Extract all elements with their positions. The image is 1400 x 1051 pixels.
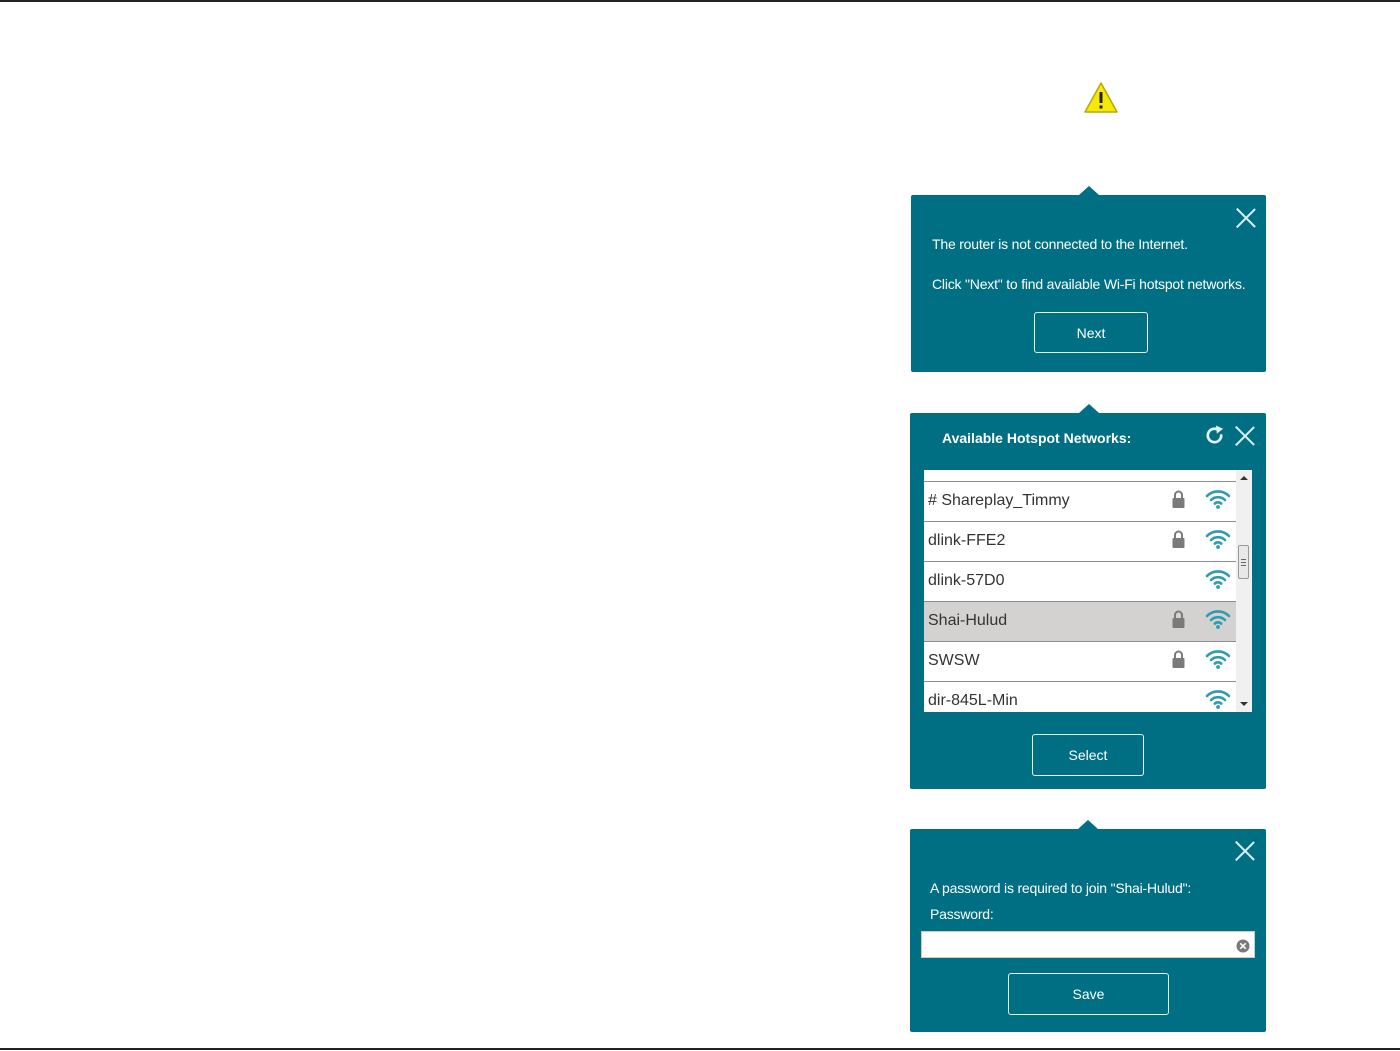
network-name: SWSW xyxy=(928,652,980,669)
network-name: Shai-Hulud xyxy=(928,612,1008,629)
password-popup: A password is required to join "Shai-Hul… xyxy=(910,820,1266,1032)
network-name: dlink-57D0 xyxy=(928,572,1005,589)
alert-message-line1: The router is not connected to the Inter… xyxy=(932,236,1188,252)
scroll-up-arrow-icon[interactable] xyxy=(1240,476,1248,480)
select-button[interactable]: Select xyxy=(1032,734,1144,776)
network-row[interactable]: Shai-Hulud xyxy=(924,602,1236,642)
network-name: # Shareplay_Timmy xyxy=(928,492,1070,509)
hotspot-list[interactable]: # Shareplay_Timmy dlink-FFE2 dlink-57D0 Sha… xyxy=(924,470,1252,712)
hotspot-networks-popup: Available Hotspot Networks: # Shareplay_… xyxy=(910,404,1266,789)
close-icon[interactable] xyxy=(1235,426,1255,446)
password-required-message: A password is required to join "Shai-Hul… xyxy=(930,880,1192,896)
next-button[interactable]: Next xyxy=(1034,312,1148,353)
scroll-thumb[interactable] xyxy=(1238,545,1249,579)
wifi-signal-icon xyxy=(1205,689,1231,712)
network-row[interactable]: dir-845L-Min xyxy=(924,682,1236,712)
hotspot-list-title: Available Hotspot Networks: xyxy=(942,430,1132,446)
internet-alert-popup: The router is not connected to the Inter… xyxy=(911,186,1266,372)
wifi-signal-icon xyxy=(1205,529,1231,554)
top-divider xyxy=(0,0,1400,2)
hotspot-list-rows: # Shareplay_Timmy dlink-FFE2 dlink-57D0 Sha… xyxy=(924,470,1236,712)
bottom-divider xyxy=(0,1048,1400,1050)
scroll-down-arrow-icon[interactable] xyxy=(1240,702,1248,706)
popup-pointer xyxy=(1079,404,1099,413)
clear-input-icon[interactable] xyxy=(1236,939,1250,953)
save-button[interactable]: Save xyxy=(1008,973,1169,1015)
close-icon[interactable] xyxy=(1235,841,1255,861)
close-icon[interactable] xyxy=(1236,208,1256,228)
lock-icon xyxy=(1172,610,1185,634)
popup-pointer xyxy=(1078,820,1098,829)
lock-icon xyxy=(1172,650,1185,674)
wifi-signal-icon xyxy=(1205,569,1231,594)
wifi-signal-icon xyxy=(1205,489,1231,514)
refresh-icon[interactable] xyxy=(1203,424,1226,447)
lock-icon xyxy=(1172,490,1185,514)
network-row[interactable]: # Shareplay_Timmy xyxy=(924,482,1236,522)
network-name: dlink-FFE2 xyxy=(928,532,1006,549)
scrollbar[interactable] xyxy=(1236,470,1252,712)
network-row[interactable]: dlink-FFE2 xyxy=(924,522,1236,562)
wifi-signal-icon xyxy=(1205,649,1231,674)
password-label: Password: xyxy=(930,906,994,922)
alert-message-line2: Click "Next" to find available Wi-Fi hot… xyxy=(932,276,1246,292)
warning-icon xyxy=(1084,82,1118,113)
list-row-partial xyxy=(924,470,1236,482)
network-row[interactable]: SWSW xyxy=(924,642,1236,682)
network-row[interactable]: dlink-57D0 xyxy=(924,562,1236,602)
password-input[interactable] xyxy=(921,931,1255,958)
popup-pointer xyxy=(1079,186,1099,195)
network-name: dir-845L-Min xyxy=(928,692,1018,709)
wifi-signal-icon xyxy=(1205,609,1231,634)
lock-icon xyxy=(1172,530,1185,554)
